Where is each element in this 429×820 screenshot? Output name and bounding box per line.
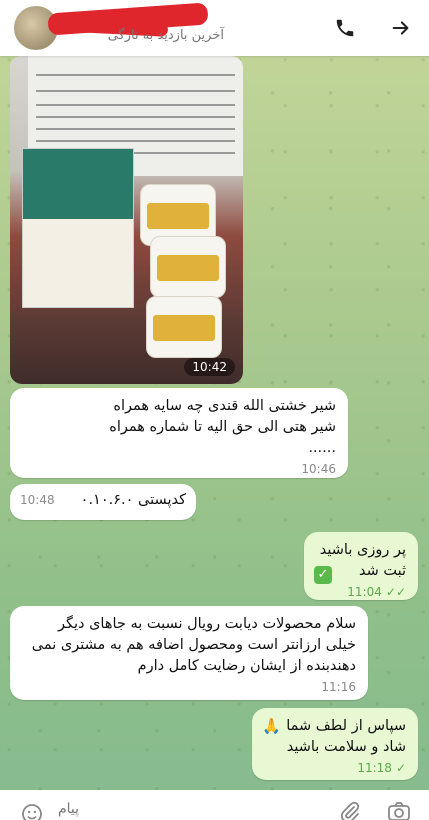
emoji-button[interactable] [20, 802, 46, 820]
camera-icon [388, 802, 410, 820]
message-time: 11:04 ✓✓ [347, 585, 406, 600]
last-seen-status: آخرین بازدید به تازگی [107, 28, 224, 43]
outgoing-message[interactable]: سپاس از لطف شما شاد و سلامت باشید 🙏 11:1… [252, 708, 418, 780]
chat-header: آخرین بازدید به تازگی [0, 0, 429, 56]
attach-button[interactable] [338, 800, 364, 820]
message-time: 10:42 [184, 358, 235, 376]
call-button[interactable] [327, 10, 363, 46]
message-composer [0, 790, 429, 820]
product-jar [146, 296, 222, 358]
emoji-icon [22, 804, 42, 820]
message-text: کدپستی ۰.۱۰.۶.۰ [80, 492, 186, 508]
message-list[interactable]: 10:42 شیر خشتی الله قندی چه سایه همراه ش… [0, 56, 429, 780]
check-mark-icon: ✓ [314, 566, 332, 584]
back-arrow-icon [392, 21, 409, 35]
call-icon [336, 19, 354, 37]
incoming-message[interactable]: 10:48 کدپستی ۰.۱۰.۶.۰ [10, 484, 196, 520]
read-ticks-icon: ✓ [395, 761, 406, 776]
attach-icon [341, 801, 360, 820]
photo-message[interactable]: 10:42 [10, 56, 243, 384]
message-time: 11:18 ✓ [357, 761, 406, 776]
message-text: شیر خشتی الله قندی چه سایه همراه شیر هتی… [109, 398, 336, 457]
message-input[interactable] [58, 798, 318, 820]
product-photo [10, 56, 243, 384]
message-text: سپاس از لطف شما شاد و سلامت باشید [286, 718, 406, 756]
product-box [22, 148, 134, 308]
outgoing-message[interactable]: پر روزی باشید ثبت شد ✓ 11:04 ✓✓ [304, 532, 418, 600]
camera-button[interactable] [386, 800, 414, 820]
back-button[interactable] [383, 10, 419, 46]
message-time: 11:16 [321, 680, 356, 695]
message-text: سلام محصولات دیابت رویال نسبت به جاهای د… [31, 616, 356, 675]
read-ticks-icon: ✓✓ [385, 585, 406, 600]
folded-hands-icon: 🙏 [262, 717, 281, 735]
message-time: 10:48 [20, 492, 55, 507]
incoming-message[interactable]: سلام محصولات دیابت رویال نسبت به جاهای د… [10, 606, 368, 700]
product-jar [150, 236, 226, 298]
message-time: 10:46 [301, 462, 336, 477]
incoming-message[interactable]: شیر خشتی الله قندی چه سایه همراه شیر هتی… [10, 388, 348, 478]
